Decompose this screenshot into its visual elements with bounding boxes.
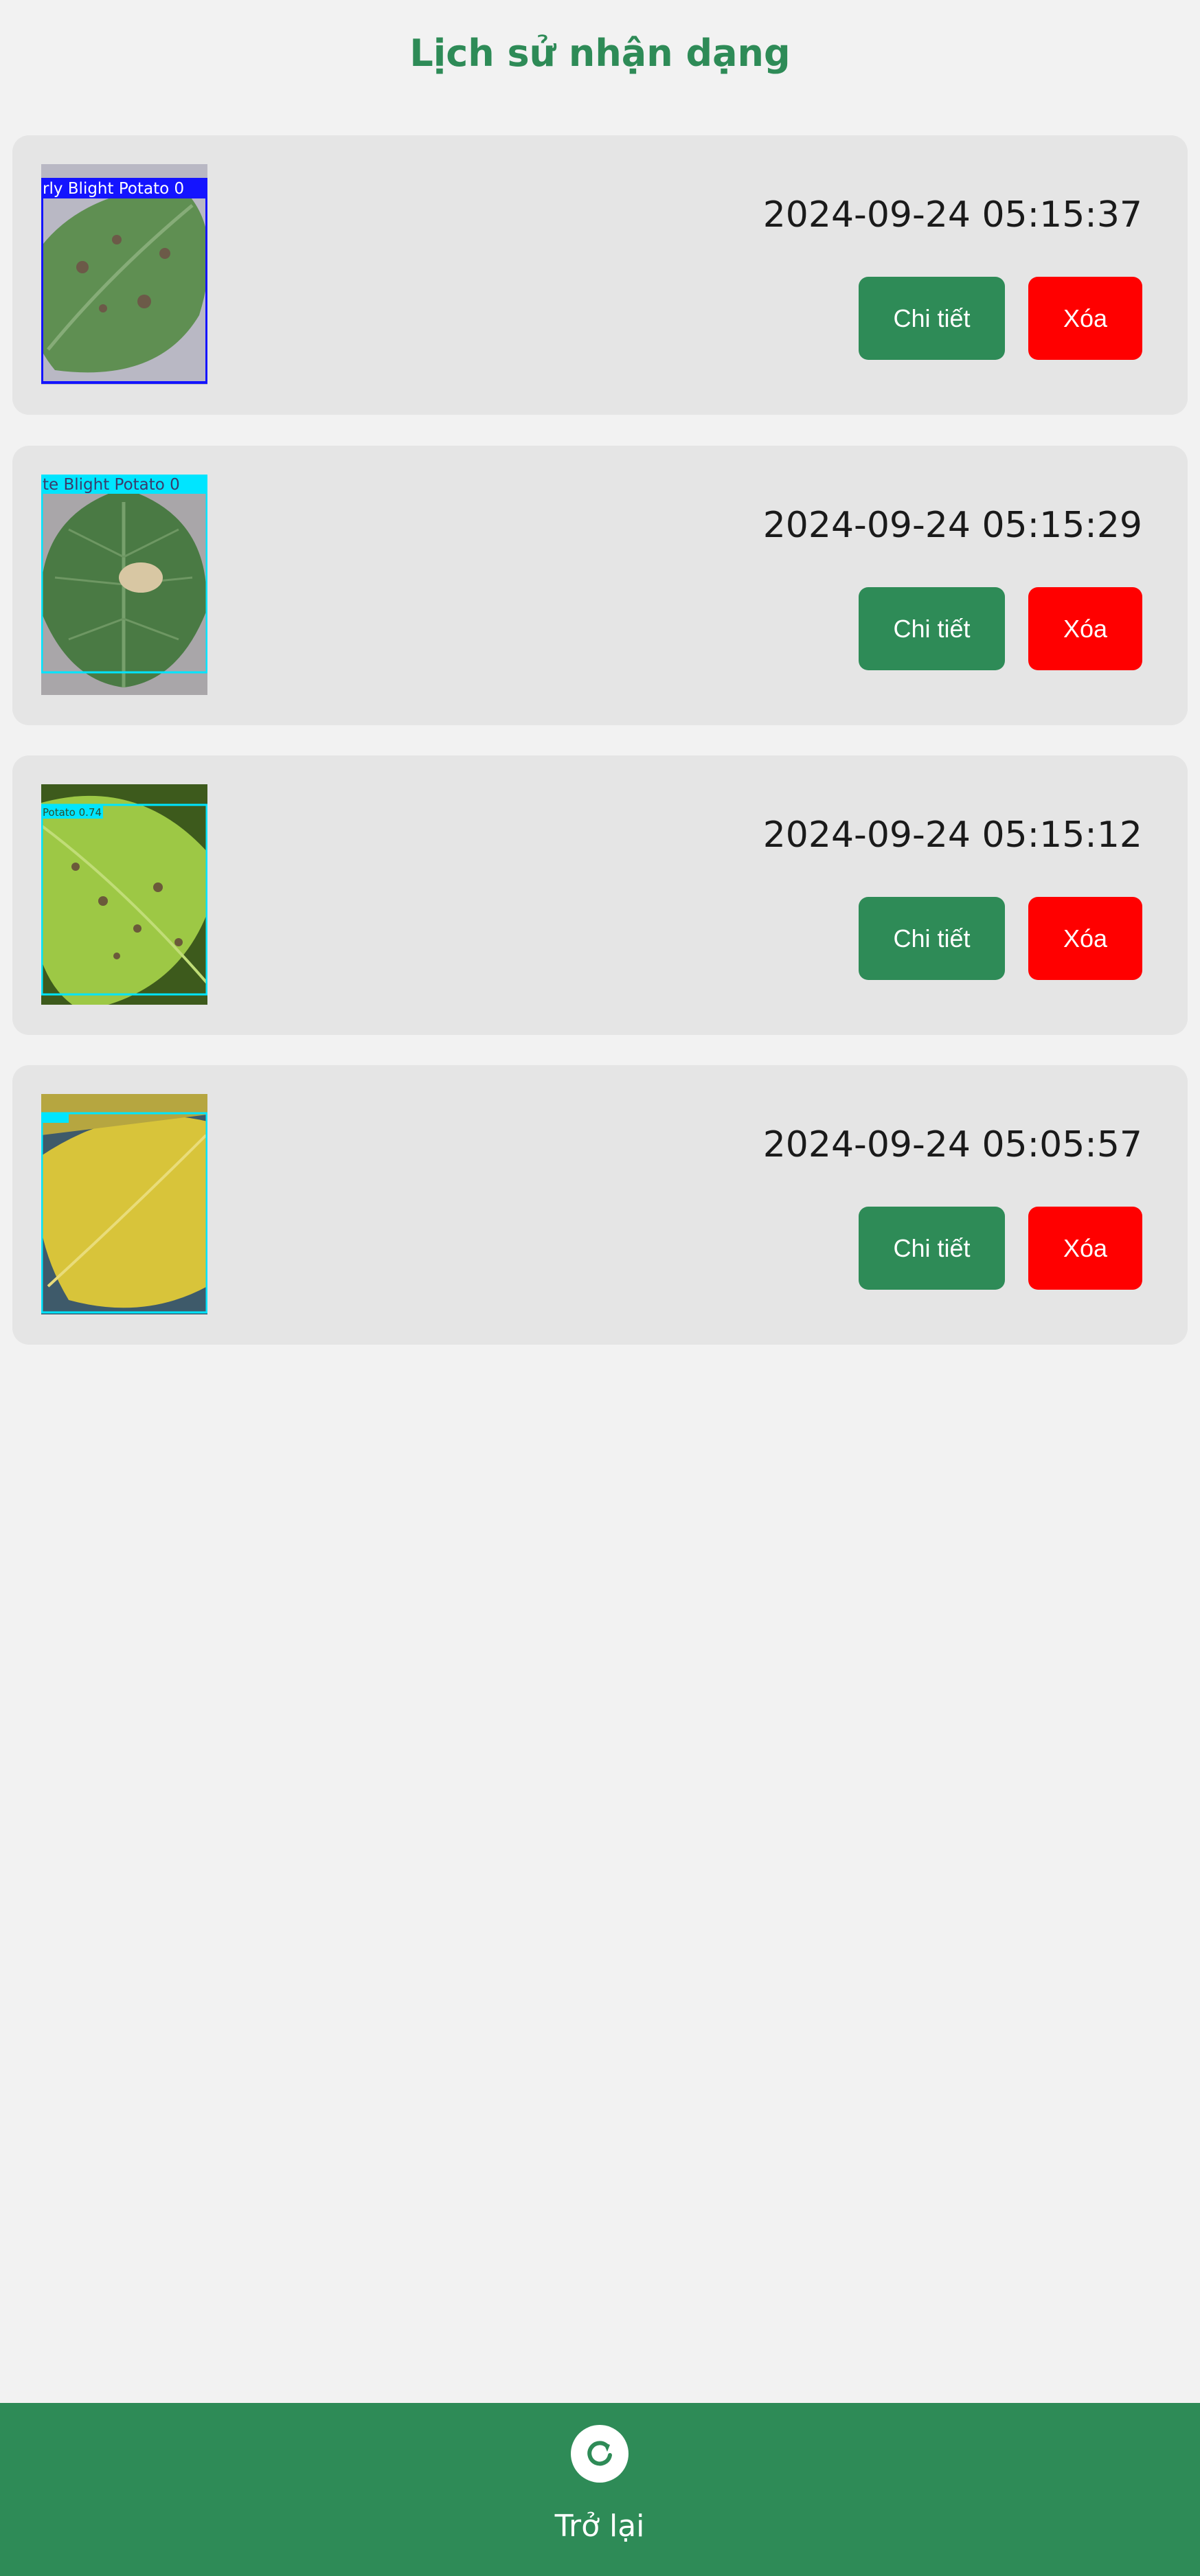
timestamp: 2024-09-24 05:15:29 xyxy=(762,505,1142,546)
timestamp: 2024-09-24 05:15:37 xyxy=(762,194,1142,236)
leaf-image: te Blight Potato 0 xyxy=(41,475,207,695)
refresh-icon xyxy=(571,2425,629,2483)
leaf-image xyxy=(41,1094,207,1314)
history-item: rly Blight Potato 0 2024-09-24 05:15:37 … xyxy=(12,135,1188,415)
history-item: te Blight Potato 0 2024-09-24 05:15:29 C… xyxy=(12,446,1188,725)
detail-button[interactable]: Chi tiết xyxy=(859,587,1005,670)
detection-thumbnail[interactable]: te Blight Potato 0 xyxy=(41,475,207,695)
timestamp: 2024-09-24 05:05:57 xyxy=(762,1124,1142,1165)
back-label: Trở lại xyxy=(554,2509,645,2544)
history-item: Potato 0.74 2024-09-24 05:15:12 Chi tiết… xyxy=(12,755,1188,1035)
leaf-image: rly Blight Potato 0 xyxy=(41,164,207,385)
detection-label: te Blight Potato 0 xyxy=(43,476,180,494)
detail-button[interactable]: Chi tiết xyxy=(859,1207,1005,1290)
delete-button[interactable]: Xóa xyxy=(1028,897,1142,980)
back-button[interactable]: Trở lại xyxy=(531,2425,668,2562)
history-item: 2024-09-24 05:05:57 Chi tiết Xóa xyxy=(12,1065,1188,1345)
delete-button[interactable]: Xóa xyxy=(1028,587,1142,670)
delete-button[interactable]: Xóa xyxy=(1028,277,1142,360)
detail-button[interactable]: Chi tiết xyxy=(859,897,1005,980)
page-title: Lịch sử nhận dạng xyxy=(409,32,791,75)
detail-button[interactable]: Chi tiết xyxy=(859,277,1005,360)
history-screen: Lịch sử nhận dạng rly Blight Potato 0 20… xyxy=(0,0,1200,2576)
bottom-navigation-bar: Trở lại xyxy=(0,2403,1200,2576)
detection-label: rly Blight Potato 0 xyxy=(43,180,184,198)
delete-button[interactable]: Xóa xyxy=(1028,1207,1142,1290)
detection-thumbnail[interactable]: rly Blight Potato 0 xyxy=(41,164,207,385)
detection-thumbnail[interactable]: Potato 0.74 xyxy=(41,784,207,1005)
timestamp: 2024-09-24 05:15:12 xyxy=(762,814,1142,856)
detection-label: Potato 0.74 xyxy=(43,806,102,819)
detection-thumbnail[interactable] xyxy=(41,1094,207,1314)
leaf-image: Potato 0.74 xyxy=(41,784,207,1005)
